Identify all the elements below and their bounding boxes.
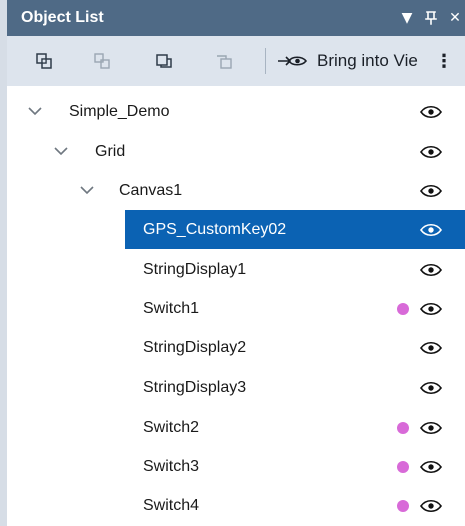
tree-item-canvas1[interactable]: Canvas1 — [7, 171, 465, 210]
tree-item-switch2[interactable]: Switch2 — [7, 408, 465, 447]
tree-item-label: Switch2 — [143, 419, 200, 436]
eye-icon[interactable] — [419, 301, 443, 317]
tree-item-label: Switch1 — [143, 300, 200, 317]
eye-icon[interactable] — [419, 420, 443, 436]
eye-icon[interactable] — [419, 144, 443, 160]
chevron-down-icon[interactable] — [79, 182, 95, 198]
tree-item-label: Simple_Demo — [69, 103, 170, 120]
eye-icon[interactable] — [419, 498, 443, 514]
bring-forward-button[interactable] — [23, 46, 65, 76]
status-dot — [397, 500, 409, 512]
tree-item-label: StringDisplay1 — [143, 261, 247, 278]
send-backward-icon — [94, 53, 110, 69]
send-backward-button[interactable] — [81, 46, 123, 76]
tree-item-label: Canvas1 — [119, 182, 183, 199]
tree-item-label: StringDisplay3 — [143, 379, 247, 396]
object-tree: Simple_Demo Grid Canvas1 GPS_CustomKey02… — [7, 92, 465, 526]
bring-to-front-icon — [156, 54, 172, 68]
panel-title: Object List — [21, 9, 104, 26]
tree-item-stringdisplay2[interactable]: StringDisplay2 — [7, 328, 465, 367]
eye-icon[interactable] — [419, 459, 443, 475]
tree-item-simple-demo[interactable]: Simple_Demo — [7, 92, 465, 131]
tree-item-gps-customkey02[interactable]: GPS_CustomKey02 — [7, 210, 465, 249]
eye-icon[interactable] — [419, 183, 443, 199]
status-dot — [397, 303, 409, 315]
send-to-back-button[interactable] — [203, 46, 245, 76]
tree-item-grid[interactable]: Grid — [7, 132, 465, 171]
chevron-down-icon[interactable] — [27, 103, 43, 119]
tree-item-switch1[interactable]: Switch1 — [7, 289, 465, 328]
tree-item-stringdisplay3[interactable]: StringDisplay3 — [7, 368, 465, 407]
object-list-panel: Object List ▼ ✕ Bring into Vie ⋮ Simple_… — [0, 0, 465, 526]
bring-forward-icon — [36, 53, 52, 69]
send-to-back-icon — [217, 55, 232, 69]
title-bar-controls: ▼ ✕ — [399, 8, 463, 28]
eye-icon[interactable] — [419, 262, 443, 278]
bring-into-view-button[interactable]: Bring into Vie — [275, 46, 418, 76]
status-dot — [397, 422, 409, 434]
toolbar-divider — [265, 48, 266, 74]
close-icon[interactable]: ✕ — [447, 8, 463, 28]
eye-icon[interactable] — [419, 380, 443, 396]
dropdown-menu-icon[interactable]: ▼ — [399, 8, 415, 28]
more-options-button[interactable]: ⋮ — [434, 46, 454, 76]
panel-title-bar[interactable]: Object List ▼ ✕ — [7, 0, 465, 36]
tree-item-label: Grid — [95, 143, 126, 160]
tree-item-switch4[interactable]: Switch4 — [7, 486, 465, 525]
bring-to-front-button[interactable] — [143, 46, 185, 76]
object-list-toolbar: Bring into Vie ⋮ — [7, 36, 465, 86]
status-dot — [397, 461, 409, 473]
eye-icon[interactable] — [419, 104, 443, 120]
eye-icon[interactable] — [419, 340, 443, 356]
tree-item-stringdisplay1[interactable]: StringDisplay1 — [7, 250, 465, 289]
chevron-down-icon[interactable] — [53, 143, 69, 159]
tree-item-label: Switch4 — [143, 497, 200, 514]
eye-icon[interactable] — [419, 222, 443, 238]
tree-item-label: GPS_CustomKey02 — [143, 221, 287, 238]
tree-item-label: StringDisplay2 — [143, 339, 247, 356]
bring-into-view-label: Bring into Vie — [317, 51, 418, 70]
eye-arrow-icon — [278, 56, 308, 66]
tree-item-switch3[interactable]: Switch3 — [7, 447, 465, 486]
pin-icon[interactable] — [423, 8, 439, 28]
tree-item-label: Switch3 — [143, 458, 200, 475]
